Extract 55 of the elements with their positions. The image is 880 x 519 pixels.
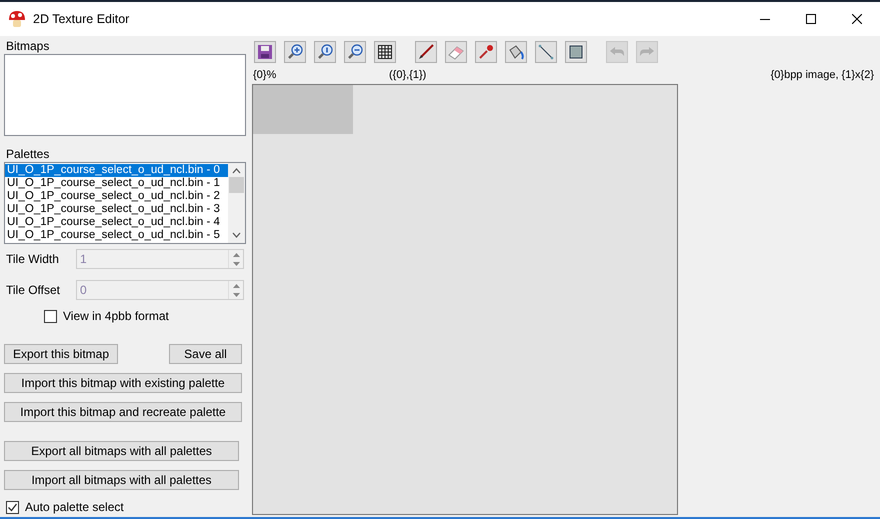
field-label: Tile Width [6, 251, 60, 268]
scroll-up-icon [232, 168, 241, 174]
toolbar-button[interactable] [254, 41, 276, 63]
palette-list[interactable] [4, 162, 246, 244]
list-item[interactable]: UI_O_1P_course_select_o_ud_ncl.bin - 0 [5, 164, 228, 177]
action-button[interactable]: Import all bitmaps with all palettes [4, 470, 239, 490]
position-readout: ({0},{1}) [389, 68, 426, 83]
list-item[interactable]: UI_O_1P_course_select_o_ud_ncl.bin - 2 [5, 190, 228, 203]
spin-down-icon [232, 262, 240, 266]
toolbar-button[interactable] [505, 41, 527, 63]
zoom-out-icon [347, 44, 363, 60]
paint-bucket-icon [508, 44, 524, 60]
checkbox[interactable] [44, 310, 57, 322]
field-label: Tile Offset [6, 282, 62, 299]
window-title: 2D Texture Editor [33, 10, 130, 28]
rectangle-icon [568, 44, 584, 60]
action-button[interactable]: Import this bitmap with existing palette [4, 373, 242, 393]
scrollbar[interactable] [228, 163, 245, 243]
eyedropper-icon [478, 44, 494, 60]
image-info: {0}bpp image, {1}x{2} [770, 68, 874, 83]
toolbar-button[interactable] [415, 41, 437, 63]
checkbox-label: View in 4pbb format [63, 308, 169, 325]
action-button[interactable]: Export all bitmaps with all palettes [4, 441, 239, 461]
bitmap-list[interactable] [4, 54, 246, 136]
toolbar-button[interactable] [565, 41, 587, 63]
eraser-icon [448, 44, 464, 60]
toolbar-button[interactable] [535, 41, 557, 63]
mushroom-icon [8, 10, 26, 28]
zoom-readout: {0}% [253, 68, 278, 83]
line-icon [538, 44, 554, 60]
section-label: Bitmaps [6, 39, 50, 53]
zoom-in-icon [287, 44, 303, 60]
scrollbar-thumb[interactable] [229, 177, 244, 193]
action-button[interactable]: Save all [169, 344, 242, 364]
action-button[interactable]: Export this bitmap [4, 344, 118, 364]
maximize-icon [806, 14, 816, 24]
list-item[interactable]: UI_O_1P_course_select_o_ud_ncl.bin - 3 [5, 203, 228, 216]
grid-icon [377, 44, 393, 60]
spin-up-icon [232, 252, 240, 256]
checkbox[interactable] [6, 500, 19, 514]
spin-up-icon [232, 284, 240, 288]
zoom-reset-icon [317, 44, 333, 60]
section-label: Palettes [6, 147, 50, 161]
check-icon [7, 502, 18, 512]
scroll-down-icon [232, 232, 241, 238]
list-item[interactable]: UI_O_1P_course_select_o_ud_ncl.bin - 5 [5, 229, 228, 242]
spin-down-icon [232, 292, 240, 296]
list-item[interactable]: UI_O_1P_course_select_o_ud_ncl.bin - 1 [5, 177, 228, 190]
toolbar-button[interactable] [374, 41, 396, 63]
list-item[interactable]: UI_O_1P_course_select_o_ud_ncl.bin - 4 [5, 216, 228, 229]
action-button[interactable]: Import this bitmap and recreate palette [4, 402, 242, 422]
save-icon [257, 44, 273, 60]
checkbox-label: Auto palette select [25, 499, 124, 516]
brush-icon [418, 44, 434, 60]
close-icon [852, 14, 862, 24]
